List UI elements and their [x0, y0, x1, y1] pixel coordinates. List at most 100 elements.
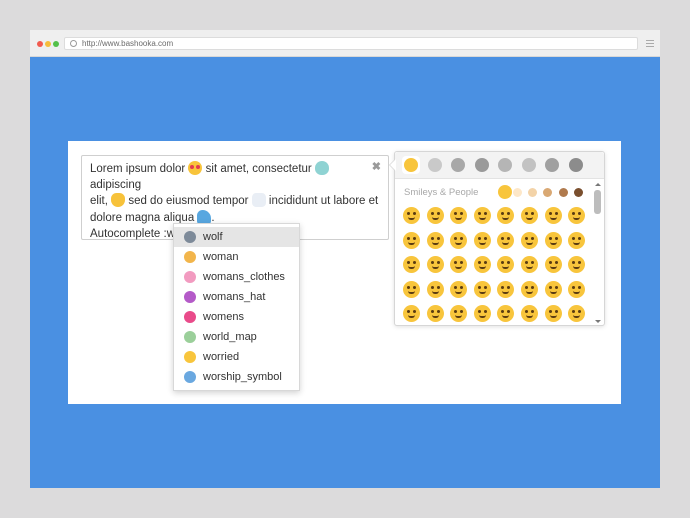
heart-eyes-emoji-icon[interactable] [403, 256, 420, 273]
close-icon[interactable]: ✖ [372, 159, 381, 175]
woman-icon [184, 251, 196, 263]
womans-hat-icon [184, 291, 196, 303]
emoji-tab-symbols[interactable] [543, 156, 561, 174]
skin-tone-swatch[interactable] [543, 188, 553, 197]
alien-emoji-icon [314, 161, 329, 175]
autocomplete-item-wolf[interactable]: wolf [174, 227, 299, 247]
editor-line-1: Lorem ipsum dolor sit amet, consectetur … [90, 161, 380, 193]
autocomplete-item-woman[interactable]: woman [174, 247, 299, 267]
kissing-smiling-eyes-emoji-icon[interactable] [473, 256, 491, 273]
sweat-smile-emoji-icon[interactable] [544, 207, 562, 224]
autocomplete-item-womens[interactable]: womens [174, 307, 299, 327]
autocomplete-item-worried[interactable]: worried [174, 347, 299, 367]
disappointed-emoji-icon[interactable] [497, 305, 515, 322]
editor-text: dolore magna aliqua [90, 211, 195, 224]
worried-emoji-icon[interactable] [521, 305, 538, 322]
emoji-tab-flags[interactable] [567, 156, 585, 174]
unamused-emoji-icon[interactable] [403, 305, 420, 322]
emoji-tab-animals[interactable] [426, 156, 444, 174]
rage-emoji-icon[interactable] [568, 305, 586, 322]
hamburger-menu-icon[interactable] [646, 40, 654, 47]
hugging-emoji-icon[interactable] [473, 280, 491, 298]
animals-tab-icon [427, 158, 442, 172]
autocomplete-item-womans-hat[interactable]: womans_hat [174, 287, 299, 307]
skin-tone-swatch[interactable] [528, 188, 538, 197]
emoji-tab-smiley[interactable] [402, 156, 420, 174]
autocomplete-item-world-map[interactable]: world_map [174, 327, 299, 347]
autocomplete-item-womans-clothes[interactable]: womans_clothes [174, 267, 299, 287]
url-text: http://www.bashooka.com [82, 39, 174, 48]
kissing-closed-eyes-emoji-icon[interactable] [497, 256, 515, 273]
flags-tab-icon [568, 158, 583, 172]
smile-emoji-icon[interactable] [521, 207, 538, 224]
raised-hand-emoji-icon [111, 193, 126, 208]
world-map-icon [184, 331, 196, 343]
no-mouth-emoji-icon[interactable] [521, 280, 538, 298]
slightly-smiling-emoji-icon[interactable] [473, 231, 491, 249]
autocomplete-item-label: womens [203, 311, 244, 323]
emoji-tab-travel[interactable] [496, 156, 514, 174]
nerd-emoji-icon[interactable] [426, 280, 444, 298]
travel-tab-icon [498, 158, 512, 172]
upside-down-emoji-icon[interactable] [497, 231, 515, 249]
grinning-emoji-icon[interactable] [403, 207, 420, 224]
scroll-up-icon[interactable] [595, 183, 601, 186]
grin-emoji-icon[interactable] [450, 207, 468, 224]
emoji-tab-activity[interactable] [473, 156, 491, 174]
skin-tone-swatch[interactable] [573, 188, 583, 197]
autocomplete-item-label: world_map [203, 331, 257, 343]
editor-text: sed do eiusmod tempor [128, 195, 249, 208]
stuck-out-tongue-closed-eyes-emoji-icon[interactable] [544, 256, 562, 273]
smiley-emoji-icon[interactable] [497, 207, 515, 224]
joy-emoji-icon[interactable] [473, 207, 491, 224]
smirk-emoji-icon[interactable] [497, 280, 515, 298]
worried-icon [184, 351, 196, 363]
emoji-tab-food[interactable] [449, 156, 467, 174]
scroll-down-icon[interactable] [595, 320, 601, 323]
blush-emoji-icon[interactable] [450, 231, 468, 249]
neutral-emoji-icon[interactable] [544, 280, 562, 298]
url-bar[interactable]: http://www.bashooka.com [64, 37, 638, 50]
yum-emoji-icon[interactable] [544, 231, 562, 249]
editor-text: sit amet, consectetur [205, 163, 312, 175]
rolling-eyes-emoji-icon[interactable] [426, 305, 444, 322]
kissing-heart-emoji-icon[interactable] [426, 256, 444, 273]
worship-symbol-icon [184, 371, 196, 383]
wolf-icon [184, 231, 196, 243]
angry-emoji-icon[interactable] [544, 305, 562, 322]
editor-text: elit, [90, 195, 108, 208]
editor-text: adipiscing [90, 179, 142, 192]
editor-text: incididunt ut labore et [268, 195, 379, 208]
expressionless-emoji-icon[interactable] [568, 280, 586, 298]
laughing-emoji-icon[interactable] [568, 207, 586, 224]
globe-icon [70, 40, 77, 47]
minimize-window-dot[interactable] [45, 41, 51, 47]
sunglasses-emoji-icon[interactable] [450, 280, 468, 298]
womans-clothes-icon [184, 271, 196, 283]
editor-text: Lorem ipsum dolor [90, 163, 186, 175]
flushed-emoji-icon[interactable] [473, 305, 491, 322]
innocent-emoji-icon[interactable] [403, 231, 420, 249]
relieved-emoji-icon[interactable] [568, 231, 586, 249]
autocomplete-item-label: womans_clothes [203, 271, 285, 283]
relaxed-emoji-icon[interactable] [521, 231, 538, 249]
autocomplete-item-worship-symbol[interactable]: worship_symbol [174, 367, 299, 387]
skin-tone-swatch[interactable] [558, 188, 568, 197]
close-window-dot[interactable] [37, 41, 43, 47]
editor-line-2: elit, sed do eiusmod tempor incididunt u… [90, 193, 380, 209]
scrollbar-thumb[interactable] [594, 190, 601, 214]
money-mouth-emoji-icon[interactable] [403, 280, 420, 298]
heart-eyes-emoji-icon [188, 161, 203, 175]
emoji-category-tabs [395, 152, 604, 179]
skin-tone-swatch[interactable] [513, 188, 522, 197]
maximize-window-dot[interactable] [53, 41, 59, 47]
stuck-out-tongue-winking-emoji-icon[interactable] [521, 256, 538, 273]
emoji-tab-objects[interactable] [520, 156, 538, 174]
wink-emoji-icon[interactable] [426, 231, 444, 249]
stuck-out-tongue-emoji-icon[interactable] [568, 256, 586, 273]
kissing-emoji-icon[interactable] [450, 256, 468, 273]
skin-tone-swatch[interactable] [498, 185, 512, 199]
picker-scrollbar[interactable] [593, 181, 602, 325]
thinking-emoji-icon[interactable] [450, 305, 468, 322]
grimacing-emoji-icon[interactable] [426, 207, 444, 224]
